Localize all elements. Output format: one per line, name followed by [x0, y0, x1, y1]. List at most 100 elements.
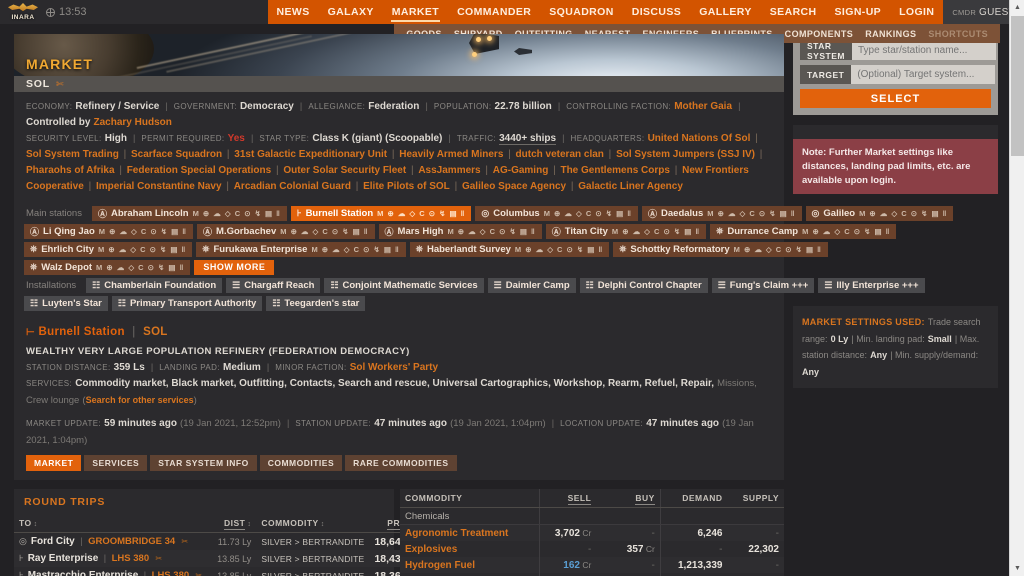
station-chip-furukawa-enterprise[interactable]: ⛯ Furukawa Enterprise M ⊕ ☁ ◇ C ⊙ ↯ ▤ ‖ — [196, 241, 406, 257]
controlled-by-value[interactable]: Zachary Hudson — [94, 117, 172, 128]
commodities-col-commodity[interactable]: COMMODITY — [400, 489, 540, 509]
station-chip-m-gorbachev[interactable]: Ⓐ M.Gorbachev M ⊕ ☁ ◇ C ⊙ ↯ ▤ ‖ — [197, 223, 375, 239]
nav-item-squadron[interactable]: SQUADRON — [540, 0, 622, 24]
destination-name[interactable]: Ford City — [31, 536, 75, 547]
table-row[interactable]: ◎ Ford City | GROOMBRIDGE 34 ✂ 11.73 Ly SIL… — [14, 533, 436, 551]
nav-item-discuss[interactable]: DISCUSS — [623, 0, 690, 24]
station-chip-abraham-lincoln[interactable]: Ⓐ Abraham Lincoln M ⊕ ☁ ◇ C ⊙ ↯ ▤ ‖ — [91, 205, 287, 221]
station-chip-mars-high[interactable]: Ⓐ Mars High M ⊕ ☁ ◇ C ⊙ ↯ ▤ ‖ — [378, 223, 542, 239]
commodity-name[interactable]: Hydrogen Fuel — [400, 557, 540, 574]
faction-link[interactable]: Sol System Jumpers (SSJ IV) — [616, 149, 755, 160]
installation-chip-primary-transport-authority[interactable]: ☷ Primary Transport Authority — [111, 295, 263, 311]
nav-item-galaxy[interactable]: GALAXY — [319, 0, 383, 24]
subnav-item-components[interactable]: COMPONENTS — [779, 29, 860, 39]
station-chip-ehrlich-city[interactable]: ⛯ Ehrlich City M ⊕ ☁ ◇ C ⊙ ↯ ▤ ‖ — [24, 241, 193, 257]
faction-link[interactable]: Scarface Squadron — [131, 149, 222, 160]
installation-chip-chargaff-reach[interactable]: ☰ Chargaff Reach — [226, 277, 321, 293]
scissors-icon[interactable]: ✂ — [153, 554, 162, 563]
scrollbar-thumb[interactable] — [1011, 16, 1024, 156]
destination-name[interactable]: Ray Enterprise — [28, 553, 99, 564]
scrollbar-down-icon[interactable]: ▼ — [1010, 561, 1024, 576]
commodity-name[interactable]: Explosives — [400, 541, 539, 557]
scrollbar-up-icon[interactable]: ▲ — [1010, 0, 1024, 15]
nav-item-commander[interactable]: COMMANDER — [448, 0, 540, 24]
faction-link[interactable]: Galactic Liner Agency — [578, 181, 683, 192]
scissors-icon[interactable]: ✂ — [193, 571, 202, 576]
installation-chip-delphi-control-chapter[interactable]: ☷ Delphi Control Chapter — [579, 277, 708, 293]
destination-name[interactable]: Mastracchio Enterprise — [28, 570, 139, 576]
installation-chip-luyten-s-star[interactable]: ☷ Luyten's Star — [24, 295, 108, 311]
faction-link[interactable]: dutch veteran clan — [516, 149, 604, 160]
detail-tab-market[interactable]: MARKET — [26, 455, 82, 472]
faction-link[interactable]: Federation Special Operations — [127, 165, 271, 176]
detail-tab-rare-commodities[interactable]: RARE COMMODITIES — [345, 455, 457, 472]
faction-link[interactable]: United Nations Of Sol — [648, 133, 751, 144]
commodities-col-supply[interactable]: SUPPLY — [727, 489, 784, 509]
destination-system[interactable]: GROOMBRIDGE 34 — [88, 536, 175, 547]
round-trips-col-dist[interactable]: DIST ↕ — [212, 514, 257, 534]
destination-system[interactable]: LHS 380 — [152, 570, 190, 576]
nav-item-gallery[interactable]: GALLERY — [690, 0, 761, 24]
faction-link[interactable]: Sol System Trading — [26, 149, 119, 160]
faction-link[interactable]: Outer Solar Security Fleet — [283, 165, 406, 176]
detail-tab-commodities[interactable]: COMMODITIES — [259, 455, 343, 472]
star-system-input[interactable] — [851, 41, 996, 60]
permit-label: PERMIT REQUIRED: — [141, 133, 225, 143]
faction-link[interactable]: Imperial Constantine Navy — [96, 181, 222, 192]
station-chip-titan-city[interactable]: Ⓐ Titan City M ⊕ ☁ ◇ C ⊙ ↯ ▤ ‖ — [545, 223, 707, 239]
nav-item-login[interactable]: LOGIN — [890, 0, 943, 24]
nav-item-news[interactable]: NEWS — [268, 0, 319, 24]
faction-link[interactable]: Pharaohs of Afrika — [26, 165, 115, 176]
show-more-button[interactable]: SHOW MORE — [194, 259, 275, 275]
target-input[interactable] — [851, 65, 996, 84]
faction-link[interactable]: Galileo Space Agency — [462, 181, 566, 192]
round-trips-col-commodity[interactable]: COMMODITY ↕ — [256, 514, 370, 534]
controlling-faction-value[interactable]: Mother Gaia — [674, 101, 732, 112]
commodity-name[interactable]: Agronomic Treatment — [400, 524, 540, 542]
faction-link[interactable]: AG-Gaming — [493, 165, 549, 176]
select-button[interactable]: SELECT — [800, 89, 991, 108]
station-chip-haberlandt-survey[interactable]: ⛯ Haberlandt Survey M ⊕ ☁ ◇ C ⊙ ↯ ▤ ‖ — [409, 241, 610, 257]
minor-faction-value[interactable]: Sol Workers' Party — [350, 362, 438, 373]
destination-system[interactable]: LHS 380 — [112, 553, 150, 564]
page-scrollbar[interactable]: ▲ ▼ — [1009, 0, 1024, 576]
commodities-col-buy[interactable]: BUY — [596, 489, 661, 509]
traffic-value[interactable]: 3440+ ships — [499, 132, 557, 145]
detail-tab-star-system-info[interactable]: STAR SYSTEM INFO — [150, 455, 257, 472]
detail-tab-services[interactable]: SERVICES — [84, 455, 148, 472]
nav-item-market[interactable]: MARKET — [383, 0, 448, 24]
station-chip-columbus[interactable]: ◎ Columbus M ⊕ ☁ ◇ C ⊙ ↯ ▤ ‖ — [475, 205, 638, 221]
table-row[interactable]: ⊦ Ray Enterprise | LHS 380 ✂ 13.85 Ly SILVE… — [14, 550, 436, 568]
inara-logo-icon[interactable]: INARA — [8, 3, 38, 21]
installation-chip-conjoint-mathematic-services[interactable]: ☷ Conjoint Mathematic Services — [324, 277, 484, 293]
station-chip-walz-depot[interactable]: ⛯ Walz Depot M ⊕ ☁ ◇ C ⊙ ↯ ▤ ‖ — [24, 259, 191, 275]
faction-link[interactable]: 31st Galactic Expeditionary Unit — [234, 149, 387, 160]
search-other-services-link[interactable]: Search for other services — [86, 395, 194, 405]
table-row[interactable]: Agronomic Treatment 3,702 Cr -6,246- — [400, 524, 784, 542]
commodities-col-demand[interactable]: DEMAND — [659, 489, 728, 509]
subnav-item-rankings[interactable]: RANKINGS — [859, 29, 922, 39]
faction-link[interactable]: AssJammers — [418, 165, 480, 176]
faction-link[interactable]: Elite Pilots of SOL — [363, 181, 450, 192]
nav-item-sign-up[interactable]: SIGN-UP — [826, 0, 891, 24]
faction-link[interactable]: Arcadian Colonial Guard — [234, 181, 351, 192]
table-row[interactable]: Hydrogen Fuel 162 Cr -1,213,339- — [400, 557, 784, 574]
scissors-icon[interactable]: ✄ — [56, 79, 64, 90]
round-trips-col-to[interactable]: TO ↕ — [14, 514, 213, 534]
table-row[interactable]: ⊦ Mastracchio Enterprise | LHS 380 ✂ 13.85… — [14, 567, 436, 576]
subnav-item-shortcuts[interactable]: SHORTCUTS — [922, 29, 994, 39]
station-chip-burnell-station[interactable]: ⊦ Burnell Station M ⊕ ☁ ◇ C ⊙ ↯ ▤ ‖ — [290, 205, 472, 221]
table-row[interactable]: Explosives -357 Cr -22,302 — [400, 541, 784, 558]
commodities-col-sell[interactable]: SELL — [538, 489, 597, 509]
installation-chip-chamberlain-foundation[interactable]: ☷ Chamberlain Foundation — [86, 277, 223, 293]
faction-link[interactable]: Heavily Armed Miners — [399, 149, 503, 160]
nav-item-search[interactable]: SEARCH — [761, 0, 826, 24]
station-detail-system[interactable]: SOL — [143, 326, 168, 338]
installation-chip-teegarden-s-star[interactable]: ☷ Teegarden's star — [266, 295, 366, 311]
station-chip-li-qing-jao[interactable]: Ⓐ Li Qing Jao M ⊕ ☁ ◇ C ⊙ ↯ ▤ ‖ — [24, 223, 194, 239]
scissors-icon[interactable]: ✂ — [179, 537, 188, 546]
faction-link[interactable]: The Gentlemens Corps — [560, 165, 669, 176]
station-detail-name[interactable]: Burnell Station — [39, 326, 125, 338]
installation-chip-daimler-camp[interactable]: ☰ Daimler Camp — [487, 277, 576, 293]
station-chip-daedalus[interactable]: Ⓐ Daedalus M ⊕ ☁ ◇ C ⊙ ↯ ▤ ‖ — [642, 205, 802, 221]
